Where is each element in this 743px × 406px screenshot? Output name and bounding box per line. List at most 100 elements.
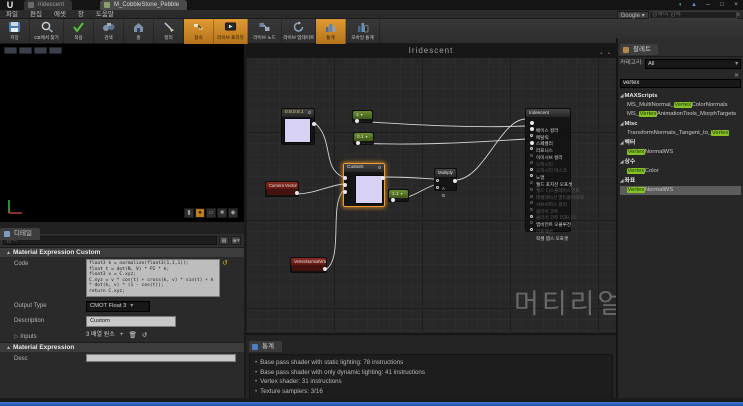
reset-to-default-icon[interactable]: ↺: [142, 331, 147, 340]
palette-item[interactable]: VertexNormalWS: [620, 148, 741, 157]
shape-cube-button[interactable]: ■: [217, 208, 227, 218]
palette-item[interactable]: MS_MultiNormal_VertexColorNormals: [620, 101, 741, 110]
desc-field[interactable]: [86, 353, 236, 362]
material-pin-row[interactable]: 월드 포지션 오프셋: [528, 173, 572, 187]
live-nodes-button[interactable]: 라이브 노드: [248, 19, 282, 44]
menu-help[interactable]: 도움말: [90, 10, 120, 19]
input-pin[interactable]: [530, 120, 534, 125]
menu-window[interactable]: 창: [72, 10, 90, 19]
tab-palette[interactable]: 팔레트: [620, 44, 658, 55]
input-pin[interactable]: [530, 228, 533, 232]
input-pin[interactable]: [530, 174, 533, 178]
minimize-button[interactable]: ─: [703, 1, 713, 9]
section-material-expression-custom[interactable]: ▲ Material Expression Custom: [0, 247, 244, 257]
details-view-options-icon[interactable]: ◉▾: [231, 236, 241, 245]
shape-plane-button[interactable]: ▱: [206, 208, 216, 218]
viewport-option-button[interactable]: [49, 47, 62, 54]
material-pin-row[interactable]: 앰비언트 오클루전: [528, 213, 571, 227]
menu-asset[interactable]: 에셋: [48, 10, 72, 19]
search-engine-select[interactable]: Google ▾: [616, 10, 649, 19]
material-pin-row[interactable]: 베이스 컬러: [528, 119, 570, 133]
doc-tab-iridescent[interactable]: Iridescent: [24, 0, 73, 10]
input-pin[interactable]: [343, 190, 347, 194]
material-pin-row[interactable]: 메탈릭: [528, 126, 570, 140]
material-pin-row[interactable]: 스페큘러: [528, 132, 570, 146]
mobile-stats-button[interactable]: 모바일 통계: [346, 19, 380, 44]
output-pin[interactable]: [453, 179, 457, 183]
code-editor[interactable]: float3 k = normalize(float3(1,1,1)); flo…: [86, 259, 220, 297]
palette-item[interactable]: TransformNormals_Tangent_to_Vertex: [620, 129, 741, 138]
material-pin-row[interactable]: 노멀: [528, 166, 570, 180]
input-pin[interactable]: [530, 134, 533, 138]
home-button[interactable]: 홈: [124, 19, 154, 44]
input-pin[interactable]: [530, 140, 534, 145]
node-constant3vector[interactable]: 0.8,0.8,1: [281, 108, 316, 145]
connectors-button[interactable]: 접속: [184, 19, 214, 44]
menu-file[interactable]: 파일: [0, 10, 24, 19]
output-pin[interactable]: [381, 176, 385, 180]
description-field[interactable]: Custom: [86, 315, 176, 327]
node-custom[interactable]: Custom: [343, 163, 385, 207]
live-update-button[interactable]: 라이브 업데이트: [282, 19, 316, 44]
palette-category[interactable]: ◢벡터: [620, 138, 741, 148]
material-pin-row[interactable]: 러프니스: [528, 139, 570, 153]
input-pin[interactable]: [343, 176, 347, 180]
material-pin-row[interactable]: 이미시브 컬러: [528, 146, 570, 160]
maximize-button[interactable]: □: [717, 1, 727, 9]
input-pin[interactable]: [436, 186, 439, 189]
output-pin[interactable]: [391, 198, 395, 202]
node-vertex-normal-ws[interactable]: VertexNormalWS: [290, 257, 327, 273]
clear-search-icon[interactable]: ✕: [734, 72, 739, 79]
details-filter-icon[interactable]: ▦: [219, 236, 229, 245]
apply-button[interactable]: 적용: [64, 19, 94, 44]
shape-sphere-button[interactable]: ●: [195, 208, 205, 218]
preview-toggle-icon[interactable]: [378, 166, 381, 169]
feedback-icon[interactable]: ◖: [675, 1, 685, 9]
palette-category[interactable]: ◢MAXScripts: [620, 91, 741, 101]
viewport-option-button[interactable]: [19, 47, 32, 54]
viewport-option-button[interactable]: [4, 47, 17, 54]
shape-cylinder-button[interactable]: ▮: [184, 208, 194, 218]
update-arrow-icon[interactable]: ▲: [689, 1, 699, 9]
preview-viewport[interactable]: ▮ ● ▱ ■ ◆: [0, 44, 246, 222]
delete-element-icon[interactable]: 🗑: [129, 331, 137, 340]
node-constant-roughness[interactable]: 0.1 ▾: [353, 132, 374, 145]
palette-category[interactable]: ◢Misc: [620, 119, 741, 129]
stats-button[interactable]: 통계: [316, 19, 346, 44]
web-search-input[interactable]: [648, 10, 737, 19]
section-material-expression[interactable]: ▲ Material Expression: [0, 341, 244, 352]
input-pin[interactable]: [343, 183, 347, 187]
close-button[interactable]: ×: [731, 1, 741, 9]
tab-stats[interactable]: 통계: [249, 341, 282, 352]
live-preview-button[interactable]: 라이브 프리뷰: [214, 19, 248, 44]
input-pin[interactable]: [530, 127, 534, 132]
node-multiply[interactable]: Multiply A B: [434, 168, 457, 198]
palette-item-selected[interactable]: VertexNormalWS: [620, 186, 741, 195]
search-button[interactable]: 검색: [94, 19, 124, 44]
menu-edit[interactable]: 편집: [24, 10, 48, 19]
output-pin[interactable]: [312, 122, 316, 126]
tab-details[interactable]: 디테일: [0, 228, 40, 240]
find-in-cb-button[interactable]: CB에서 찾기: [30, 19, 64, 44]
preview-toggle-icon[interactable]: [308, 111, 311, 114]
input-pin[interactable]: [530, 214, 533, 218]
node-constant-metallic[interactable]: 1 ▾: [352, 110, 373, 123]
viewport-option-button[interactable]: [34, 47, 47, 54]
output-pin[interactable]: [355, 119, 359, 123]
palette-search-input[interactable]: [620, 78, 741, 88]
save-button[interactable]: 저장: [0, 19, 30, 44]
palette-category[interactable]: ◢좌표: [620, 176, 741, 186]
category-dropdown[interactable]: All ▾: [644, 59, 741, 69]
material-graph-canvas[interactable]: Iridescent ▪ ▪ 0.8,0.8,1 1 ▾ 0.1 ▾ Camera …: [246, 44, 616, 333]
palette-category[interactable]: ◢상수: [620, 157, 741, 167]
add-element-icon[interactable]: +: [120, 331, 124, 340]
input-pin[interactable]: [530, 147, 533, 151]
output-pin[interactable]: [295, 191, 299, 195]
output-pin[interactable]: [356, 141, 360, 145]
material-pin-row[interactable]: 픽셀 뎁스 오프셋: [528, 227, 570, 241]
node-constant-b[interactable]: 1.1 ▾: [388, 189, 409, 202]
node-material-result[interactable]: Iridescent 베이스 컬러 메탈릭 스페큘러 러프니스 이미시브 컬러 …: [525, 108, 584, 241]
input-pin[interactable]: [530, 167, 533, 171]
graph-corner-icons[interactable]: ▪ ▪: [600, 47, 612, 61]
reset-to-default-icon[interactable]: ↺: [222, 259, 228, 297]
